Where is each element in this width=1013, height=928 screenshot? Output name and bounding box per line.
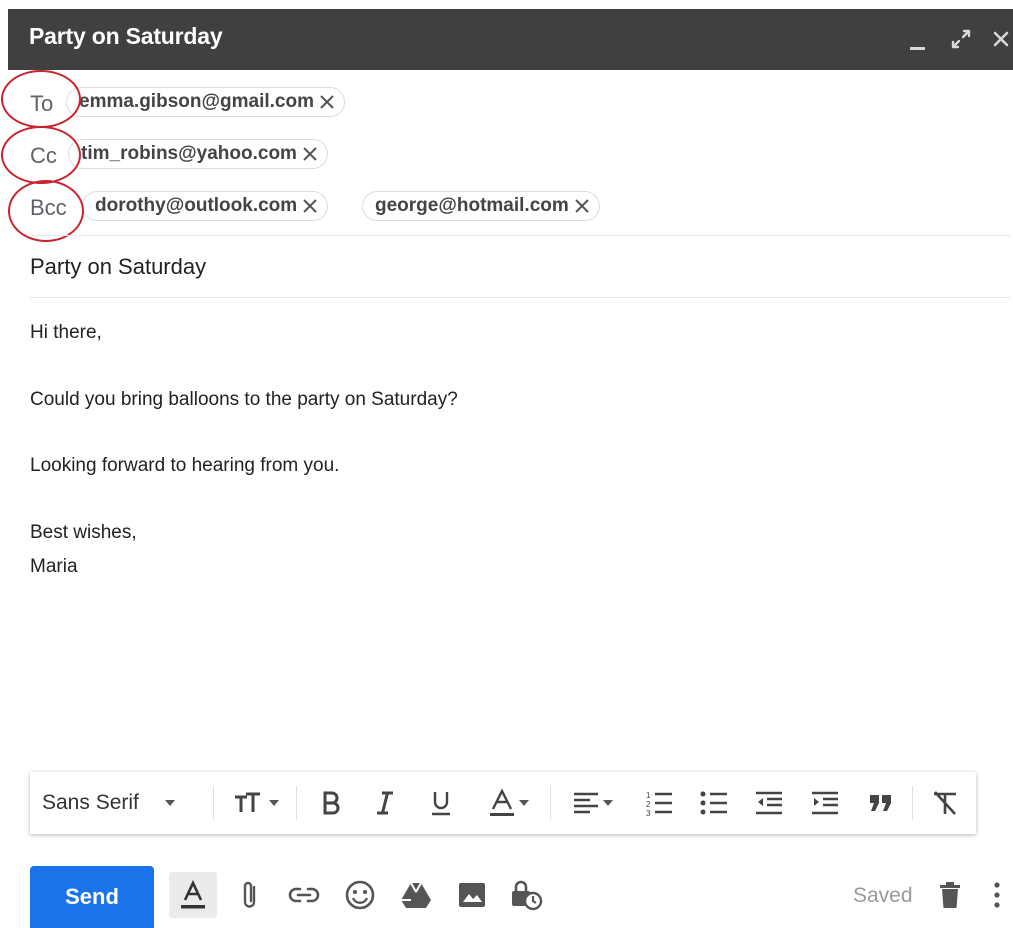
formatting-options-icon[interactable] <box>169 872 217 918</box>
attach-icon[interactable] <box>232 872 268 918</box>
to-label[interactable]: To <box>30 91 53 117</box>
minimize-icon[interactable] <box>905 23 931 53</box>
svg-text:2: 2 <box>646 800 651 809</box>
indent-less-icon[interactable] <box>750 772 788 834</box>
insert-photo-icon[interactable] <box>452 872 492 918</box>
remove-recipient-icon[interactable] <box>318 93 336 111</box>
underline-icon[interactable] <box>422 772 460 834</box>
send-button[interactable]: Send <box>30 866 154 928</box>
saved-status: Saved <box>853 884 913 907</box>
text-color-icon[interactable] <box>478 772 540 834</box>
recipient-email: george@hotmail.com <box>375 195 569 216</box>
body-line: Could you bring balloons to the party on… <box>30 389 458 410</box>
align-icon[interactable] <box>562 772 624 834</box>
divider <box>30 297 1010 298</box>
bold-icon[interactable] <box>312 772 350 834</box>
subject-field[interactable]: Party on Saturday <box>30 254 206 280</box>
body-line: Maria <box>30 556 78 577</box>
numbered-list-icon[interactable]: 123 <box>640 772 678 834</box>
window-title: Party on Saturday <box>29 23 223 49</box>
font-size-icon[interactable] <box>223 772 289 834</box>
formatting-toolbar: Sans Serif 123 <box>30 772 976 834</box>
remove-formatting-icon[interactable] <box>926 772 964 834</box>
font-family-select[interactable]: Sans Serif <box>42 772 212 834</box>
drive-icon[interactable] <box>396 872 436 918</box>
recipient-email: tim_robins@yahoo.com <box>81 143 297 164</box>
recipient-chip[interactable]: tim_robins@yahoo.com <box>68 139 328 169</box>
expand-icon[interactable] <box>948 23 974 53</box>
divider <box>30 235 1010 236</box>
remove-recipient-icon[interactable] <box>301 197 319 215</box>
svg-text:1: 1 <box>646 791 651 800</box>
close-icon[interactable] <box>988 23 1013 53</box>
delete-icon[interactable] <box>932 872 968 918</box>
compose-titlebar: Party on Saturday <box>8 9 1013 70</box>
recipient-chip[interactable]: dorothy@outlook.com <box>82 191 329 221</box>
svg-text:3: 3 <box>646 809 651 816</box>
bulleted-list-icon[interactable] <box>695 772 733 834</box>
emoji-icon[interactable] <box>340 872 380 918</box>
font-family-label: Sans Serif <box>42 791 139 814</box>
recipient-chip[interactable]: george@hotmail.com <box>362 191 600 221</box>
recipient-email: emma.gibson@gmail.com <box>79 91 314 112</box>
remove-recipient-icon[interactable] <box>573 197 591 215</box>
confidential-mode-icon[interactable] <box>506 872 546 918</box>
remove-recipient-icon[interactable] <box>301 145 319 163</box>
body-line: Looking forward to hearing from you. <box>30 455 340 476</box>
link-icon[interactable] <box>284 872 324 918</box>
bcc-label[interactable]: Bcc <box>30 195 67 221</box>
indent-more-icon[interactable] <box>806 772 844 834</box>
cc-label[interactable]: Cc <box>30 143 57 169</box>
italic-icon[interactable] <box>366 772 404 834</box>
body-line: Best wishes, <box>30 522 137 543</box>
recipient-chip[interactable]: emma.gibson@gmail.com <box>66 87 345 117</box>
recipient-email: dorothy@outlook.com <box>95 195 298 216</box>
quote-icon[interactable] <box>862 772 900 834</box>
more-options-icon[interactable] <box>986 872 1008 918</box>
body-line: Hi there, <box>30 322 102 343</box>
